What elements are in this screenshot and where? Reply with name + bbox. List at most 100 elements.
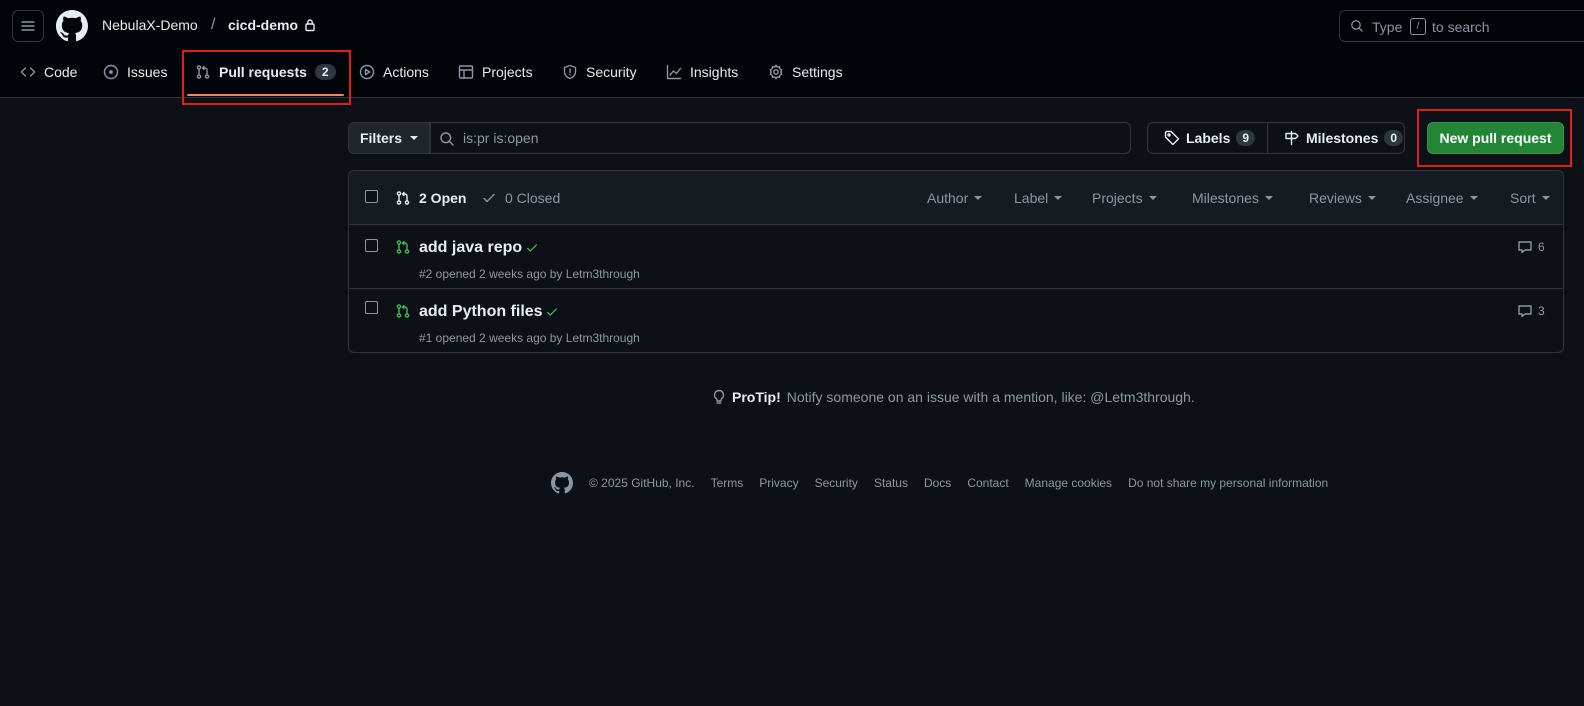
repo-owner-link[interactable]: NebulaX-Demo [102, 17, 198, 33]
pull-request-title-link[interactable]: add java repo [419, 239, 522, 257]
tab-label: Insights [690, 64, 739, 80]
footer-link-status[interactable]: Status [874, 476, 908, 490]
shield-icon [562, 64, 578, 80]
check-icon [481, 190, 497, 206]
row-checkbox[interactable] [365, 239, 378, 252]
global-search-input[interactable]: Type / to search [1339, 10, 1584, 42]
triangle-down-icon [1054, 196, 1063, 200]
pull-request-list: 2 Open 0 Closed Author Label Projects Mi… [348, 170, 1564, 353]
footer-link-manage-cookies[interactable]: Manage cookies [1025, 476, 1112, 490]
github-mark-icon[interactable] [551, 472, 573, 494]
light-bulb-icon [712, 389, 726, 405]
menu-icon[interactable] [12, 10, 44, 42]
milestone-icon [1284, 130, 1300, 146]
tab-label: Settings [792, 64, 843, 80]
pr-filter-field[interactable] [430, 122, 1131, 154]
pull-request-meta: #1 opened 2 weeks ago by Letm3through [419, 331, 640, 345]
milestones-count-badge: 0 [1384, 130, 1404, 146]
milestones-button[interactable]: Milestones 0 [1267, 122, 1405, 154]
triangle-down-icon [1541, 196, 1550, 200]
tab-issues[interactable]: Issues [103, 64, 167, 80]
filter-label: Milestones [1192, 190, 1259, 206]
filter-label: Label [1014, 190, 1049, 206]
footer-link-contact[interactable]: Contact [967, 476, 1008, 490]
reviews-filter-dropdown[interactable]: Reviews [1309, 190, 1376, 206]
tab-code[interactable]: Code [20, 64, 77, 80]
footer-link-docs[interactable]: Docs [924, 476, 951, 490]
new-pull-request-button[interactable]: New pull request [1427, 122, 1564, 154]
label-filter-dropdown[interactable]: Label [1014, 190, 1063, 206]
closed-filter-link[interactable]: 0 Closed [481, 190, 560, 206]
tab-label: Actions [383, 64, 429, 80]
pr-filter-input[interactable] [463, 123, 1123, 153]
labels-label: Labels [1186, 130, 1231, 146]
search-icon [1350, 19, 1364, 33]
pull-requests-tab-annotation-box [182, 50, 351, 105]
play-icon [359, 64, 375, 80]
triangle-down-icon [1469, 196, 1478, 200]
row-checkbox[interactable] [365, 301, 378, 314]
tab-actions[interactable]: Actions [359, 64, 429, 80]
protip: ProTip! Notify someone on an issue with … [712, 389, 1195, 405]
tab-projects[interactable]: Projects [458, 64, 533, 80]
path-separator: / [211, 16, 216, 33]
open-filter-link[interactable]: 2 Open [395, 190, 466, 206]
github-logo-icon[interactable] [56, 10, 88, 42]
comments-link[interactable]: 3 [1517, 303, 1545, 319]
filter-label: Sort [1510, 190, 1536, 206]
copyright: © 2025 GitHub, Inc. [589, 476, 695, 490]
footer-link-do-not-share[interactable]: Do not share my personal information [1128, 476, 1328, 490]
select-all-checkbox[interactable] [365, 190, 378, 203]
tab-insights[interactable]: Insights [666, 64, 738, 80]
search-icon [439, 131, 455, 147]
filter-label: Reviews [1309, 190, 1362, 206]
repo-name-link[interactable]: cicd-demo [228, 17, 298, 33]
filter-label: Projects [1092, 190, 1143, 206]
lock-icon [304, 18, 316, 32]
pull-request-title-link[interactable]: add Python files [419, 303, 543, 321]
git-pull-request-open-icon [395, 239, 411, 255]
footer-link-privacy[interactable]: Privacy [759, 476, 798, 490]
milestones-label: Milestones [1306, 130, 1379, 146]
git-pull-request-open-icon [395, 303, 411, 319]
open-count-label: 2 Open [419, 190, 467, 206]
comment-count: 3 [1538, 304, 1545, 318]
comment-icon [1517, 239, 1533, 255]
comment-count: 6 [1538, 240, 1545, 254]
tab-label: Code [44, 64, 78, 80]
tab-label: Projects [482, 64, 533, 80]
sort-dropdown[interactable]: Sort [1510, 190, 1550, 206]
list-item: add Python files #1 opened 2 weeks ago b… [349, 288, 1563, 352]
filters-dropdown-button[interactable]: Filters [348, 122, 430, 154]
filters-label: Filters [359, 130, 402, 146]
milestones-filter-dropdown[interactable]: Milestones [1192, 190, 1273, 206]
check-icon[interactable] [525, 241, 539, 255]
search-hint-suffix: to search [1432, 19, 1490, 35]
triangle-down-icon [410, 136, 418, 140]
check-icon[interactable] [545, 305, 559, 319]
tab-security[interactable]: Security [562, 64, 637, 80]
gear-icon [768, 64, 784, 80]
author-filter-dropdown[interactable]: Author [927, 190, 983, 206]
assignee-filter-dropdown[interactable]: Assignee [1406, 190, 1478, 206]
issue-opened-icon [103, 64, 119, 80]
labels-button[interactable]: Labels 9 [1147, 122, 1268, 154]
list-header: 2 Open 0 Closed Author Label Projects Mi… [349, 171, 1563, 225]
tab-label: Security [586, 64, 637, 80]
comment-icon [1517, 303, 1533, 319]
footer-link-terms[interactable]: Terms [711, 476, 744, 490]
triangle-down-icon [974, 196, 983, 200]
footer: © 2025 GitHub, Inc. Terms Privacy Securi… [551, 472, 1328, 494]
filter-label: Assignee [1406, 190, 1464, 206]
table-icon [458, 64, 474, 80]
comments-link[interactable]: 6 [1517, 239, 1545, 255]
git-pull-request-icon [395, 190, 411, 206]
pull-request-meta: #2 opened 2 weeks ago by Letm3through [419, 267, 640, 281]
footer-link-security[interactable]: Security [815, 476, 858, 490]
projects-filter-dropdown[interactable]: Projects [1092, 190, 1157, 206]
search-hint-prefix: Type [1372, 19, 1403, 35]
protip-text: Notify someone on an issue with a mentio… [786, 389, 1195, 405]
tab-settings[interactable]: Settings [768, 64, 843, 80]
search-shortcut-key: / [1410, 18, 1426, 35]
triangle-down-icon [1264, 196, 1273, 200]
